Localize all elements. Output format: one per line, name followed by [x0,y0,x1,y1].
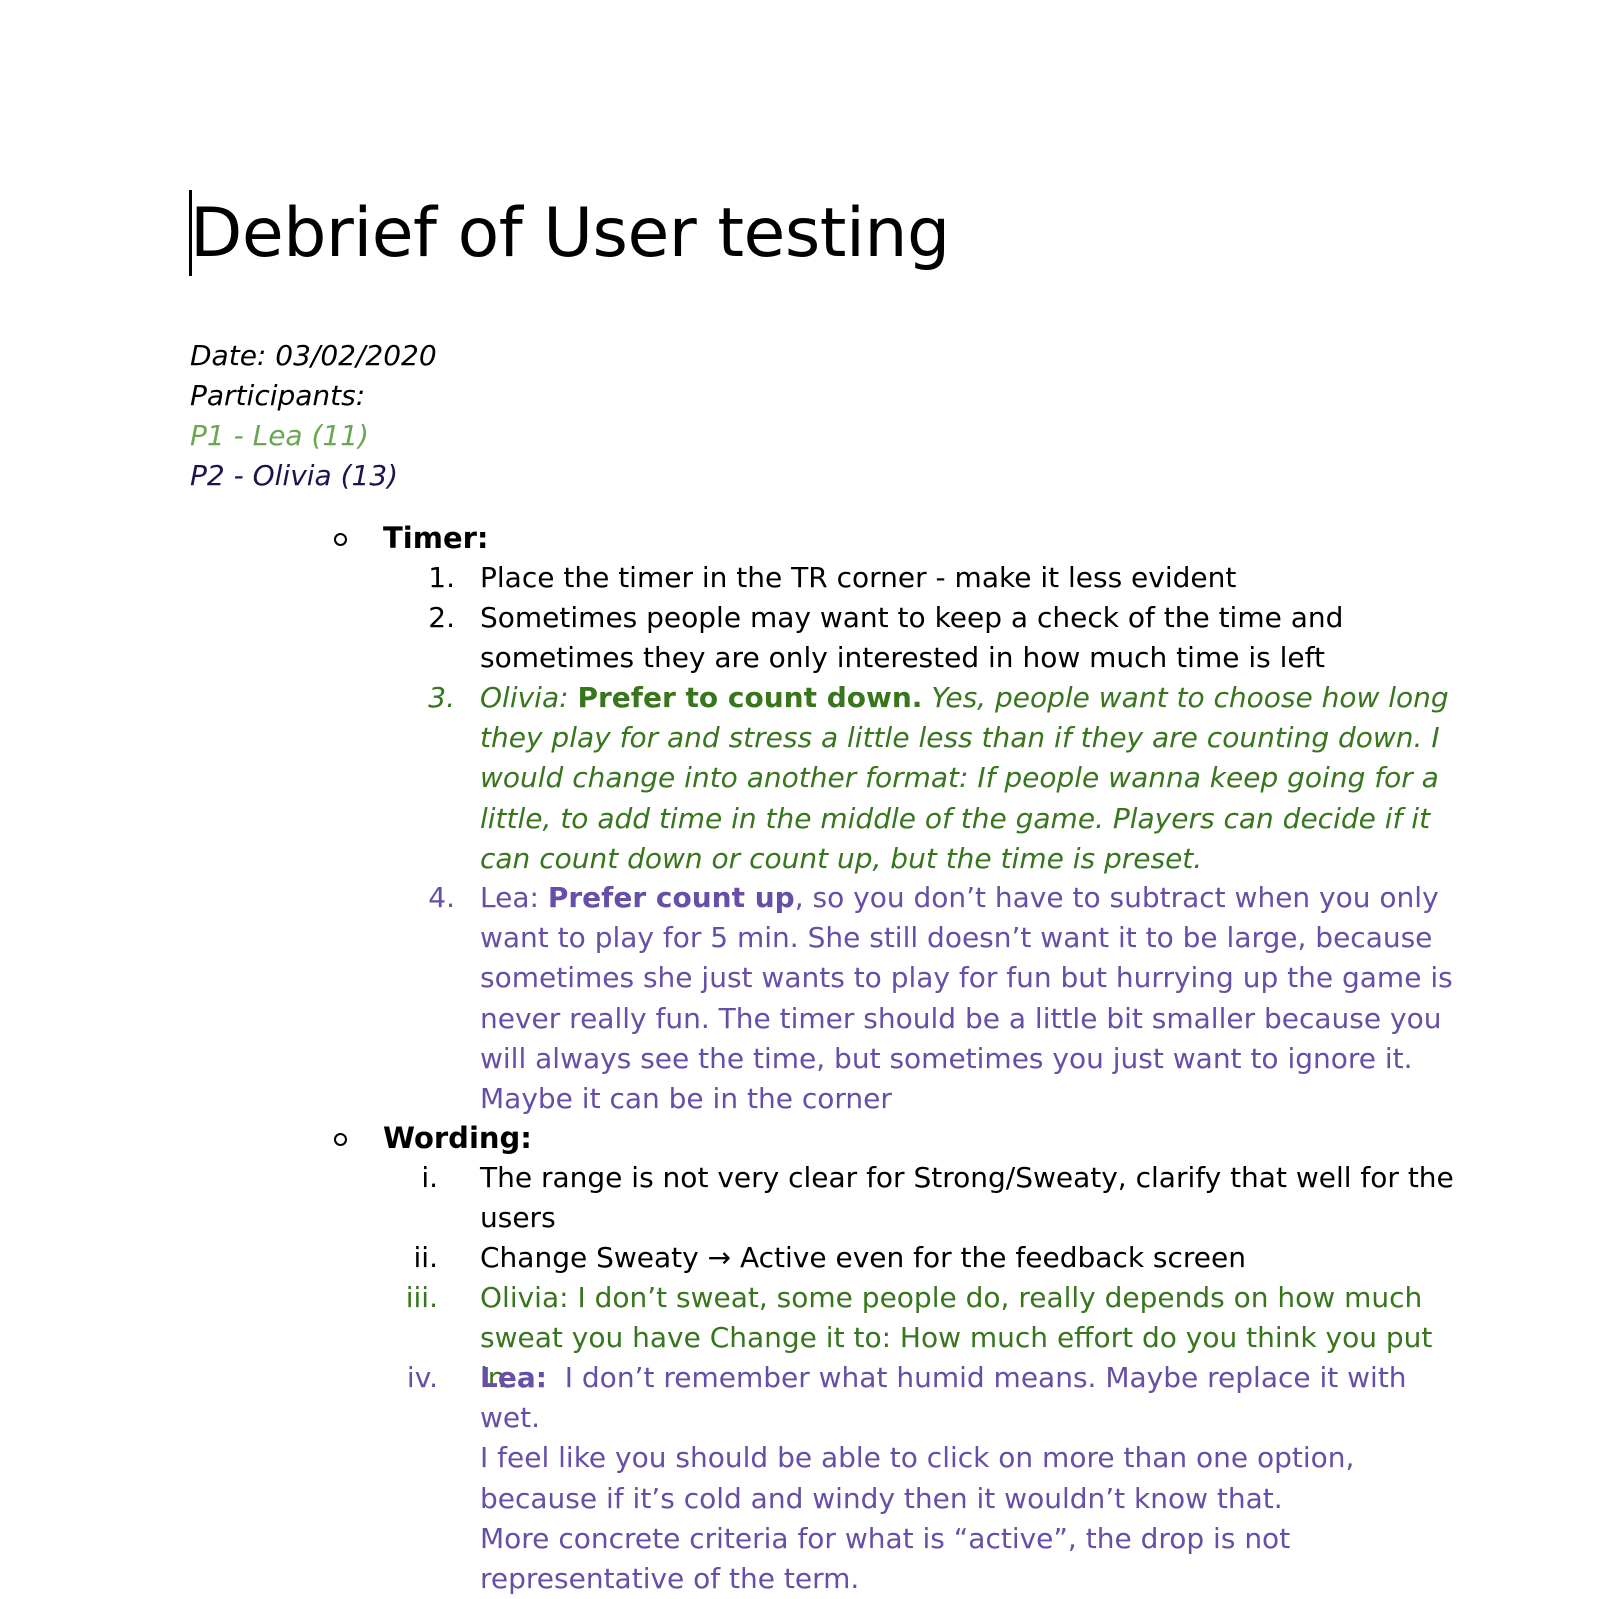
date-line: Date: 03/02/2020 [190,339,437,372]
timer-item-4-marker: 4. [428,881,455,914]
participant-p2: P2 - Olivia (13) [190,459,399,492]
timer-item-4: Lea: Prefer count up, so you don’t have … [480,878,1460,1119]
timer-item-2: Sometimes people may want to keep a chec… [480,601,1344,675]
timer-item-1: Place the timer in the TR corner - make … [480,561,1237,594]
timer-item-4-text: , so you don’t have to subtract when you… [480,881,1453,1116]
timer-item-2-marker: 2. [428,601,455,634]
timer-item-3: Olivia: Prefer to count down. Yes, peopl… [480,678,1460,879]
timer-item-3-bold: Prefer to count down. [577,681,923,714]
participant-p1: P1 - Lea (11) [190,419,369,452]
wording-bullet-icon [334,1133,347,1146]
timer-item-3-marker: 3. [428,681,455,714]
wording-item-iv-speaker: Lea: [480,1361,547,1394]
wording-item-ii: Change Sweaty → Active even for the feed… [480,1241,1247,1274]
timer-item-4-bold: Prefer count up [547,881,795,914]
wording-item-iv-line1-text: I don’t remember what humid means. Maybe… [480,1361,1407,1435]
timer-bullet-icon [334,533,347,546]
wording-item-iv-line1: Lea: I don’t remember what humid means. … [480,1358,1460,1438]
timer-heading: Timer: [383,521,489,555]
document-title: Debrief of User testing [190,194,950,273]
wording-item-iv-marker: iv. [406,1361,438,1394]
wording-item-iv-line3: More concrete criteria for what is “acti… [480,1521,1291,1596]
wording-item-iv-line2: I feel like you should be able to click … [480,1441,1355,1515]
wording-heading: Wording: [383,1121,532,1155]
timer-item-1-marker: 1. [428,561,455,594]
wording-item-ii-marker: ii. [413,1241,438,1274]
document-page: Debrief of User testing Date: 03/02/2020… [0,0,1616,1595]
wording-item-iii-marker: iii. [405,1281,438,1314]
wording-item-i: The range is not very clear for Strong/S… [480,1161,1454,1235]
wording-item-iv: Lea: I don’t remember what humid means. … [480,1358,1460,1599]
wording-item-i-marker: i. [421,1161,438,1194]
participants-label: Participants: [190,379,366,412]
meta-block: Date: 03/02/2020 Participants: P1 - Lea … [190,336,437,496]
timer-item-4-speaker: Lea: [480,881,539,914]
timer-item-3-speaker: Olivia: [480,681,569,714]
